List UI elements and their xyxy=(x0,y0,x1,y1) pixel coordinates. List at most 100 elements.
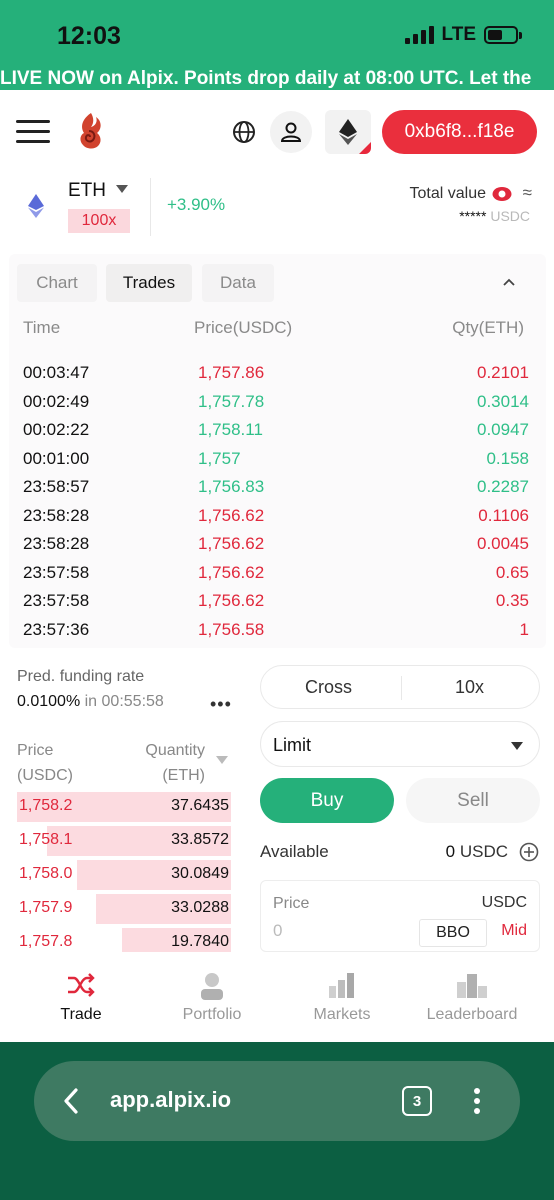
tabs-count-button[interactable]: 3 xyxy=(402,1086,432,1116)
trade-time: 23:57:58 xyxy=(23,562,90,582)
margin-leverage-selector: Cross 10x xyxy=(260,665,540,709)
language-globe-icon[interactable] xyxy=(232,120,256,144)
price-change: +3.90% xyxy=(167,195,226,214)
column-header-time: Time xyxy=(23,318,61,337)
table-row: 00:02:22 1,758.11 0.0947 xyxy=(9,420,546,448)
orderbook-depth-dropdown-icon[interactable] xyxy=(216,756,228,764)
bottom-navigation: Trade Portfolio Markets Leaderboard xyxy=(0,952,554,1042)
ask-price: 1,757.8 xyxy=(19,933,73,950)
orderbook-qty-header: Quantity (ETH) xyxy=(134,738,205,788)
trade-qty: 0.3014 xyxy=(477,391,529,411)
ask-qty: 30.0849 xyxy=(171,865,229,882)
menu-icon[interactable] xyxy=(16,120,52,144)
back-arrow-icon[interactable] xyxy=(60,1087,84,1115)
trade-price: 1,757.86 xyxy=(198,363,265,382)
nav-label: Markets xyxy=(313,1006,371,1023)
table-row: 23:57:36 1,756.58 1 xyxy=(9,620,546,648)
column-header-price: Price(USDC) xyxy=(194,318,293,337)
tab-chart[interactable]: Chart xyxy=(17,264,97,302)
ask-price: 1,757.9 xyxy=(19,899,73,916)
trade-qty: 0.158 xyxy=(486,448,529,468)
podium-icon xyxy=(457,974,487,998)
table-row: 23:58:28 1,756.62 0.0045 xyxy=(9,534,546,562)
alpix-logo-icon[interactable] xyxy=(74,111,108,151)
battery-icon xyxy=(484,26,522,44)
ask-qty: 37.6435 xyxy=(171,797,229,814)
eth-token-icon xyxy=(28,194,44,218)
trade-qty: 0.2287 xyxy=(477,477,529,496)
trade-price: 1,758.11 xyxy=(198,420,263,439)
order-type-select[interactable]: Limit xyxy=(260,721,540,767)
ask-qty: 33.8572 xyxy=(171,831,229,848)
network-selector-button[interactable] xyxy=(325,110,371,154)
orderbook-ask-row[interactable]: 1,758.0 30.0849 xyxy=(17,860,231,890)
more-options-icon[interactable]: ••• xyxy=(210,694,232,715)
trade-qty: 1 xyxy=(519,619,529,639)
column-header-qty: Qty(ETH) xyxy=(452,318,524,337)
nav-portfolio[interactable]: Portfolio xyxy=(143,952,281,1042)
trade-time: 23:57:58 xyxy=(23,591,90,610)
nav-markets[interactable]: Markets xyxy=(273,952,411,1042)
chevron-down-icon[interactable] xyxy=(116,185,128,193)
total-value: ***** USDC xyxy=(459,208,530,224)
table-row: 23:58:57 1,756.83 0.2287 xyxy=(9,477,546,505)
orderbook-ask-row[interactable]: 1,758.1 33.8572 xyxy=(17,826,231,856)
shuffle-icon xyxy=(68,973,95,997)
nav-label: Portfolio xyxy=(182,1006,242,1023)
margin-mode-button[interactable]: Cross xyxy=(305,677,352,698)
status-indicators: LTE xyxy=(404,24,522,46)
market-symbol[interactable]: ETH xyxy=(68,180,106,202)
total-value-label: Total value xyxy=(409,185,487,202)
price-input-box[interactable]: Price USDC 0 BBO Mid xyxy=(260,880,540,952)
trade-price: 1,757.78 xyxy=(198,391,265,411)
trade-price: 1,756.62 xyxy=(198,562,265,582)
orderbook-qty-header-label: Quantity xyxy=(145,742,205,759)
trade-time: 00:02:49 xyxy=(23,391,90,411)
ask-qty: 19.7840 xyxy=(171,933,229,950)
buy-button[interactable]: Buy xyxy=(260,778,394,823)
app-header: 0xb6f8...f18e xyxy=(0,100,554,162)
available-balance: 0 USDC xyxy=(446,842,508,862)
leverage-badge: 100x xyxy=(68,209,130,233)
bar-chart-icon xyxy=(329,973,354,998)
nav-leaderboard[interactable]: Leaderboard xyxy=(403,952,541,1042)
available-label: Available xyxy=(260,842,329,861)
url-text[interactable]: app.alpix.io xyxy=(110,1087,231,1113)
price-unit: USDC xyxy=(481,894,527,911)
price-label: Price xyxy=(273,895,310,912)
price-input[interactable]: 0 xyxy=(273,921,282,941)
table-row: 00:03:47 1,757.86 0.2101 xyxy=(9,363,546,391)
browser-toolbar: app.alpix.io 3 xyxy=(0,1042,554,1200)
address-bar[interactable]: app.alpix.io 3 xyxy=(34,1061,520,1141)
orderbook-ask-row[interactable]: 1,757.9 33.0288 xyxy=(17,894,231,924)
deposit-plus-icon[interactable] xyxy=(519,842,539,862)
funding-rate-value: 0.0100% in 00:55:58 xyxy=(17,693,164,711)
trade-price: 1,756.62 xyxy=(198,534,265,553)
trade-qty: 0.35 xyxy=(495,591,529,610)
mid-button[interactable]: Mid xyxy=(501,922,527,940)
ask-price: 1,758.2 xyxy=(19,797,73,814)
wallet-address-button[interactable]: 0xb6f8...f18e xyxy=(382,110,537,154)
more-vertical-icon[interactable] xyxy=(472,1087,482,1115)
sell-button[interactable]: Sell xyxy=(406,778,540,823)
tab-trades[interactable]: Trades xyxy=(106,264,192,302)
eye-toggle-icon[interactable] xyxy=(492,186,512,202)
table-row: 23:58:28 1,756.62 0.1106 xyxy=(9,506,546,534)
trade-price: 1,757 xyxy=(198,448,241,468)
signal-icon xyxy=(404,26,434,44)
trades-panel: Chart Trades Data Time Price(USDC) Qty(E… xyxy=(9,254,546,648)
trade-qty: 0.2101 xyxy=(477,363,529,382)
funding-countdown: 00:55:58 xyxy=(101,693,164,710)
orderbook-ask-row[interactable]: 1,758.2 37.6435 xyxy=(17,792,231,822)
chevron-up-icon[interactable] xyxy=(502,278,516,287)
account-button[interactable] xyxy=(270,111,312,153)
market-summary: ETH 100x +3.90% Total value ≈ ***** USDC xyxy=(0,170,554,248)
currency-toggle[interactable]: ≈ xyxy=(523,183,532,203)
nav-trade[interactable]: Trade xyxy=(12,952,150,1042)
tab-data[interactable]: Data xyxy=(202,264,274,302)
leverage-button[interactable]: 10x xyxy=(455,677,484,698)
bbo-button[interactable]: BBO xyxy=(419,919,487,947)
announcement-marquee[interactable]: LIVE NOW on Alpix. Points drop daily at … xyxy=(0,68,554,90)
table-row: 00:02:49 1,757.78 0.3014 xyxy=(9,392,546,420)
trade-time: 00:03:47 xyxy=(23,363,90,382)
